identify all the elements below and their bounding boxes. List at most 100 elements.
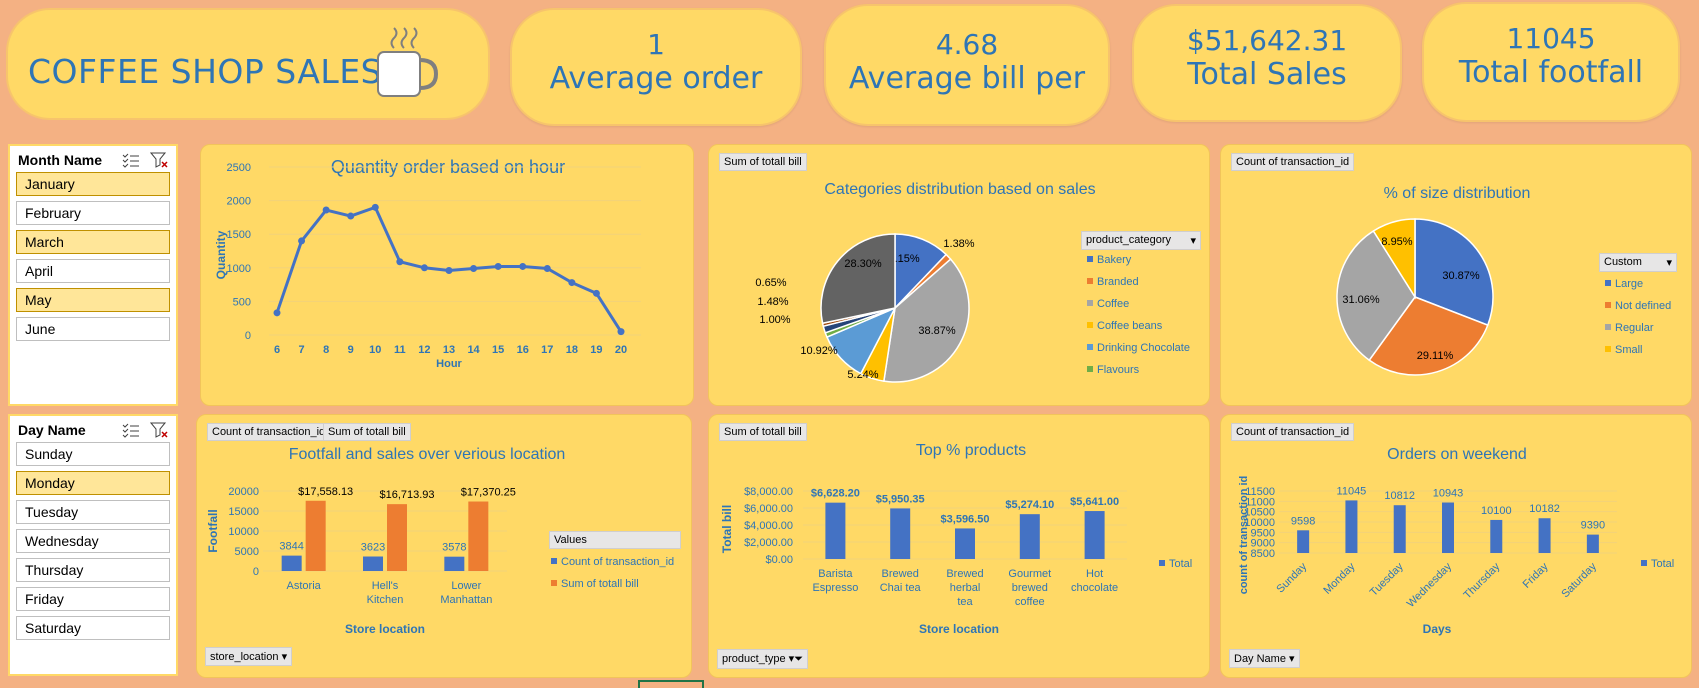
y-tick-label: 5000 [235,546,259,558]
data-label: 11045 [1337,485,1367,497]
custom-filter[interactable]: Custom ▾ [1599,253,1677,272]
x-tick-label: coffee [1015,596,1045,608]
slicer-item-tuesday[interactable]: Tuesday [16,500,170,524]
active-cell[interactable] [638,680,704,688]
bar [1345,500,1358,553]
data-label: $6,628.20 [811,488,860,500]
products-bar-chart: Top % products $0.00 $2,000.00 $4,000.00 $6,… [720,442,1192,636]
count-transaction-field-button[interactable]: Count of transaction_id [1231,423,1355,441]
slice-label: 29.11% [1417,350,1454,362]
y-axis-label: Footfall [206,509,220,552]
count-transaction-field-button[interactable]: Count of transaction_id [207,423,331,441]
legend-label: Flavours [1097,364,1140,376]
multi-select-icon[interactable] [122,152,140,168]
weekend-chart-panel[interactable]: Count of transaction_id Orders on weeken… [1220,414,1692,678]
slicer-item-sunday[interactable]: Sunday [16,442,170,466]
month-slicer: Month Name January February March April May J… [8,144,178,406]
x-tick-label: Hell's [372,580,399,592]
slicer-item-february[interactable]: February [16,201,170,225]
data-point [543,264,551,272]
slicer-item-april[interactable]: April [16,259,170,283]
size-chart-panel[interactable]: Count of transaction_id % of size distri… [1220,144,1692,406]
data-point [420,264,428,272]
slice-label: 10.92% [800,345,838,357]
weekend-bar-chart: Orders on weekend85009000950010000105001… [1238,446,1674,636]
data-label: 10100 [1481,505,1512,517]
x-tick-label: 10 [369,344,381,356]
chart-title: Footfall and sales over verious location [289,446,566,463]
slicer-item-thursday[interactable]: Thursday [16,558,170,582]
bar [955,528,975,559]
slicer-item-january[interactable]: January [16,172,170,196]
product-category-filter[interactable]: product_category ▾ [1081,231,1201,250]
data-label: $3,596.50 [941,513,990,525]
x-axis-label: Store location [345,622,425,636]
multi-select-icon[interactable] [122,422,140,438]
legend-label: Large [1615,278,1643,290]
category-chart-panel[interactable]: Sum of totall bill Categories distributi… [708,144,1210,406]
slicer-item-june[interactable]: June [16,317,170,341]
slice-label: 0.65% [755,277,786,289]
kpi-label: Total footfall [1458,54,1644,90]
data-label: 9390 [1581,520,1605,532]
dropdown-arrow-icon: ▾ [281,651,288,663]
slice-label: 28.30% [844,258,882,270]
product-type-filter[interactable]: product_type ▾⏷ [717,649,808,669]
slicer-item-march[interactable]: March [16,230,170,254]
x-tick-label: Saturday [1559,560,1599,600]
y-tick-label: 0 [253,566,259,578]
filter-funnel-icon: ▾⏷ [788,653,803,665]
slicer-item-saturday[interactable]: Saturday [16,616,170,640]
data-label: 3578 [442,542,466,554]
legend-label: Branded [1097,276,1139,288]
bar [363,556,383,571]
x-tick-label: 16 [517,344,529,356]
data-label: 10182 [1529,503,1560,515]
slicer-item-friday[interactable]: Friday [16,587,170,611]
filter-label: Day Name [1234,653,1286,665]
sum-bill-field-button[interactable]: Sum of totall bill [323,423,411,441]
legend-label: Drinking Chocolate [1097,342,1190,354]
x-axis-label: Hour [436,358,462,370]
kpi-label: Total Sales [1187,56,1347,92]
slicer-item-monday[interactable]: Monday [16,471,170,495]
y-tick-label: $2,000.00 [744,537,793,549]
store-location-filter[interactable]: store_location ▾ [205,647,293,666]
x-tick-label: Brewed [946,568,983,580]
bar [825,502,846,559]
dropdown-arrow-icon: ▾ [1666,257,1672,269]
slice-label: 1.38% [943,238,974,250]
legend-swatch [1605,280,1611,286]
day-slicer-items: Sunday Monday Tuesday Wednesday Thursday Frid… [10,442,176,640]
y-axis-label: count of transaction id [1238,476,1250,595]
products-chart-panel[interactable]: Sum of totall bill Top % products $0.00 $2… [708,414,1210,678]
slicer-item-wednesday[interactable]: Wednesday [16,529,170,553]
bar [281,555,302,571]
x-tick-label: Lower [451,580,481,592]
data-label: $17,370.25 [461,487,516,499]
count-transaction-field-button[interactable]: Count of transaction_id [1231,153,1355,171]
filter-label: product_type [722,653,786,665]
legend-swatch [551,558,557,564]
data-point [519,262,527,270]
slice-label: 30.87% [1442,270,1480,282]
sum-bill-field-button[interactable]: Sum of totall bill [719,423,807,441]
clear-filter-icon[interactable] [150,422,168,438]
legend-swatch [1087,300,1093,306]
clear-filter-icon[interactable] [150,152,168,168]
legend-swatch [1087,366,1093,372]
day-name-filter[interactable]: Day Name ▾ [1229,649,1300,668]
x-tick-label: Tuesday [1368,560,1406,598]
y-tick-label: 1500 [227,229,251,241]
y-tick-label: $4,000.00 [744,520,793,532]
sum-bill-field-button[interactable]: Sum of totall bill [719,153,807,171]
location-chart-panel[interactable]: Count of transaction_id Sum of totall bi… [196,414,692,678]
data-label: 10943 [1433,488,1464,500]
x-tick-label: 18 [566,344,578,356]
y-tick-label: 9500 [1251,527,1275,539]
slicer-item-may[interactable]: May [16,288,170,312]
x-tick-label: 9 [348,344,354,356]
coffee-mug-icon [377,27,439,97]
y-tick-label: 2000 [227,196,251,208]
hourly-chart-panel[interactable]: Quantity order based on hour 0 500 1000 1500… [200,144,694,406]
